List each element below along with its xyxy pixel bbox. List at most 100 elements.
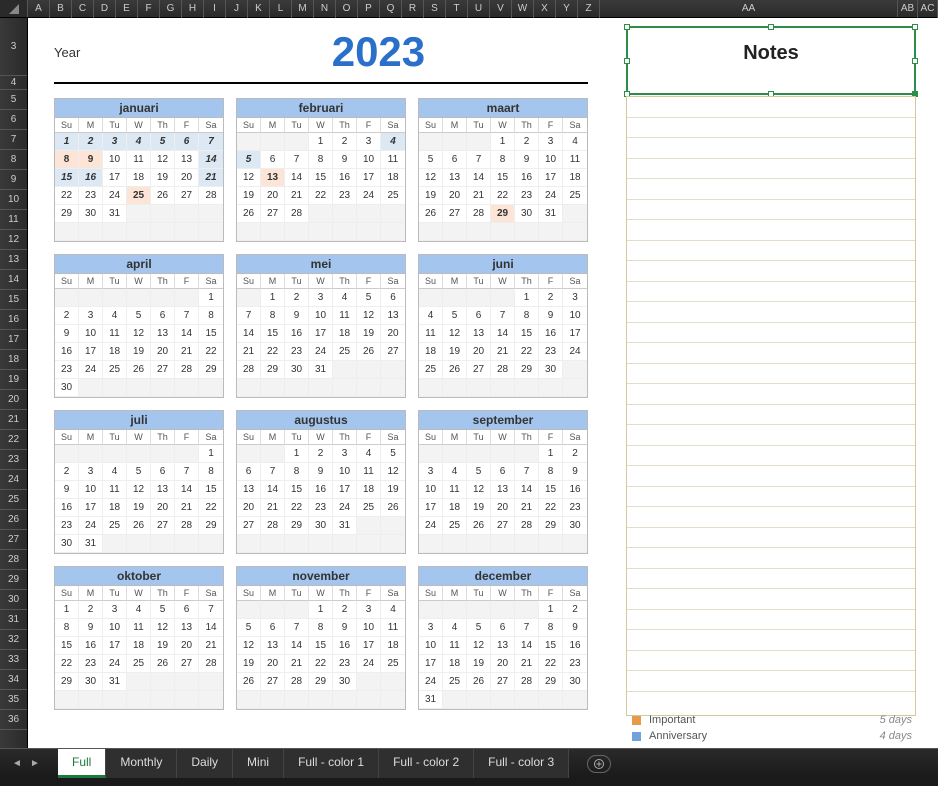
day-cell[interactable]: 5 xyxy=(443,307,467,325)
row-28[interactable]: 28 xyxy=(0,550,27,570)
day-cell[interactable]: 10 xyxy=(357,151,381,169)
column-B[interactable]: B xyxy=(50,0,72,18)
day-cell[interactable]: 24 xyxy=(103,655,127,673)
row-31[interactable]: 31 xyxy=(0,610,27,630)
day-cell[interactable]: 16 xyxy=(563,481,587,499)
day-cell[interactable]: 5 xyxy=(127,307,151,325)
day-cell[interactable]: 28 xyxy=(237,361,261,379)
day-cell[interactable]: 4 xyxy=(381,601,405,619)
day-cell[interactable]: 17 xyxy=(357,637,381,655)
day-cell[interactable]: 5 xyxy=(237,151,261,169)
day-cell[interactable]: 6 xyxy=(467,307,491,325)
day-cell[interactable]: 6 xyxy=(261,619,285,637)
day-cell[interactable]: 14 xyxy=(285,637,309,655)
day-cell[interactable]: 29 xyxy=(261,361,285,379)
row-18[interactable]: 18 xyxy=(0,350,27,370)
day-cell[interactable]: 26 xyxy=(443,361,467,379)
day-cell[interactable]: 12 xyxy=(419,169,443,187)
day-cell[interactable]: 17 xyxy=(103,637,127,655)
day-cell[interactable]: 8 xyxy=(285,463,309,481)
row-4[interactable]: 4 xyxy=(0,76,27,90)
day-cell[interactable]: 15 xyxy=(199,325,223,343)
day-cell[interactable]: 17 xyxy=(563,325,587,343)
day-cell[interactable]: 6 xyxy=(151,463,175,481)
day-cell[interactable]: 31 xyxy=(333,517,357,535)
day-cell[interactable]: 10 xyxy=(103,151,127,169)
add-sheet-button[interactable] xyxy=(587,755,611,773)
day-cell[interactable]: 2 xyxy=(285,289,309,307)
day-cell[interactable]: 31 xyxy=(539,205,563,223)
day-cell[interactable]: 19 xyxy=(151,637,175,655)
column-Y[interactable]: Y xyxy=(556,0,578,18)
column-AA[interactable]: AA xyxy=(600,0,898,17)
day-cell[interactable]: 16 xyxy=(333,637,357,655)
column-Q[interactable]: Q xyxy=(380,0,402,18)
row-15[interactable]: 15 xyxy=(0,290,27,310)
day-cell[interactable]: 12 xyxy=(467,637,491,655)
day-cell[interactable]: 31 xyxy=(309,361,333,379)
day-cell[interactable]: 4 xyxy=(103,307,127,325)
day-cell[interactable]: 4 xyxy=(443,619,467,637)
day-cell[interactable]: 30 xyxy=(333,673,357,691)
day-cell[interactable]: 7 xyxy=(491,307,515,325)
day-cell[interactable]: 16 xyxy=(563,637,587,655)
day-cell[interactable]: 21 xyxy=(261,499,285,517)
day-cell[interactable]: 29 xyxy=(55,205,79,223)
column-U[interactable]: U xyxy=(468,0,490,18)
day-cell[interactable]: 18 xyxy=(127,169,151,187)
column-A[interactable]: A xyxy=(28,0,50,18)
day-cell[interactable]: 2 xyxy=(309,445,333,463)
day-cell[interactable]: 23 xyxy=(563,499,587,517)
day-cell[interactable]: 1 xyxy=(55,133,79,151)
day-cell[interactable]: 11 xyxy=(357,463,381,481)
day-cell[interactable]: 13 xyxy=(175,151,199,169)
day-cell[interactable]: 23 xyxy=(539,343,563,361)
day-cell[interactable]: 5 xyxy=(419,151,443,169)
day-cell[interactable]: 17 xyxy=(333,481,357,499)
day-cell[interactable]: 8 xyxy=(261,307,285,325)
day-cell[interactable]: 29 xyxy=(491,205,515,223)
row-12[interactable]: 12 xyxy=(0,230,27,250)
day-cell[interactable]: 16 xyxy=(333,169,357,187)
day-cell[interactable]: 23 xyxy=(79,655,103,673)
day-cell[interactable]: 27 xyxy=(491,673,515,691)
day-cell[interactable]: 2 xyxy=(55,463,79,481)
day-cell[interactable]: 16 xyxy=(285,325,309,343)
notes-area[interactable] xyxy=(626,96,916,716)
day-cell[interactable]: 15 xyxy=(261,325,285,343)
day-cell[interactable]: 11 xyxy=(563,151,587,169)
day-cell[interactable]: 17 xyxy=(309,325,333,343)
day-cell[interactable]: 4 xyxy=(563,133,587,151)
day-cell[interactable]: 14 xyxy=(515,637,539,655)
day-cell[interactable]: 30 xyxy=(563,673,587,691)
day-cell[interactable]: 14 xyxy=(175,481,199,499)
day-cell[interactable]: 4 xyxy=(127,133,151,151)
day-cell[interactable]: 22 xyxy=(199,343,223,361)
day-cell[interactable]: 13 xyxy=(261,637,285,655)
day-cell[interactable]: 24 xyxy=(333,499,357,517)
day-cell[interactable]: 16 xyxy=(515,169,539,187)
day-cell[interactable]: 9 xyxy=(79,151,103,169)
day-cell[interactable]: 2 xyxy=(79,601,103,619)
day-cell[interactable]: 26 xyxy=(151,187,175,205)
day-cell[interactable]: 31 xyxy=(419,691,443,709)
day-cell[interactable]: 14 xyxy=(237,325,261,343)
day-cell[interactable]: 23 xyxy=(309,499,333,517)
tab-full---color-3[interactable]: Full - color 3 xyxy=(474,749,569,778)
row-10[interactable]: 10 xyxy=(0,190,27,210)
row-14[interactable]: 14 xyxy=(0,270,27,290)
day-cell[interactable]: 26 xyxy=(237,205,261,223)
day-cell[interactable]: 26 xyxy=(237,673,261,691)
day-cell[interactable]: 20 xyxy=(261,187,285,205)
day-cell[interactable]: 17 xyxy=(419,655,443,673)
row-33[interactable]: 33 xyxy=(0,650,27,670)
day-cell[interactable]: 20 xyxy=(175,169,199,187)
day-cell[interactable]: 22 xyxy=(515,343,539,361)
day-cell[interactable]: 24 xyxy=(419,673,443,691)
day-cell[interactable]: 5 xyxy=(237,619,261,637)
row-20[interactable]: 20 xyxy=(0,390,27,410)
day-cell[interactable]: 14 xyxy=(175,325,199,343)
day-cell[interactable]: 15 xyxy=(199,481,223,499)
day-cell[interactable]: 11 xyxy=(127,619,151,637)
row-9[interactable]: 9 xyxy=(0,170,27,190)
